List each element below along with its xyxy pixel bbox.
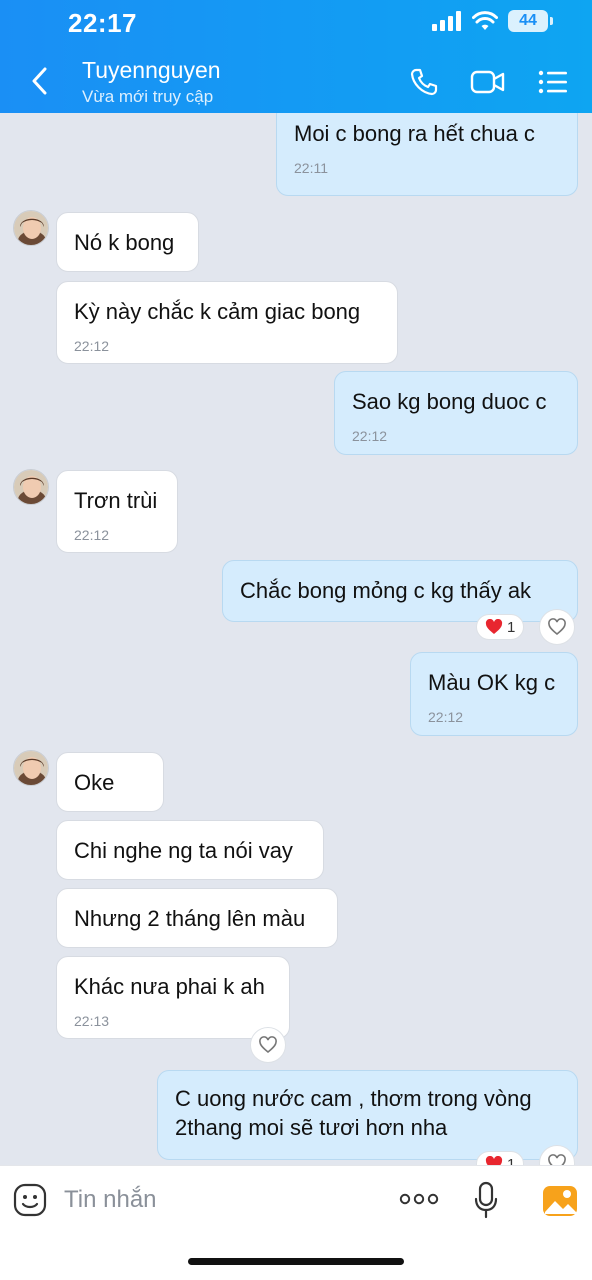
home-indicator: [188, 1258, 404, 1265]
signal-icon: [432, 11, 461, 31]
message-text: Màu OK kg c: [428, 670, 556, 695]
message-bubble-incoming[interactable]: Kỳ này chắc k cảm giac bong 22:12: [56, 281, 398, 364]
video-call-icon: [470, 70, 505, 94]
red-heart-icon: [485, 619, 503, 634]
phone-icon: [410, 68, 438, 96]
more-options-icon: [399, 1193, 439, 1205]
message-text: Chi nghe ng ta nói vay: [74, 838, 293, 863]
heart-outline-icon: [259, 1036, 277, 1054]
message-text: Trơn trùi: [74, 488, 158, 513]
status-icons: 44: [432, 10, 553, 32]
message-bubble-incoming[interactable]: Chi nghe ng ta nói vay: [56, 820, 324, 880]
message-bubble-incoming[interactable]: Trơn trùi 22:12: [56, 470, 178, 553]
message-text: Khác nưa phai k ah: [74, 974, 265, 999]
contact-status: Vừa mới truy cập: [82, 87, 214, 106]
red-heart-icon: [485, 1156, 503, 1165]
react-button[interactable]: [539, 609, 575, 645]
emoji-sticker-icon: [13, 1183, 47, 1217]
message-bubble-incoming[interactable]: Oke: [56, 752, 164, 812]
reaction-summary[interactable]: 1: [476, 1151, 525, 1166]
message-time: 22:12: [74, 527, 110, 543]
heart-outline-icon: [548, 618, 566, 636]
menu-list-icon: [538, 70, 567, 94]
microphone-icon: [474, 1181, 498, 1219]
avatar-photo: [14, 751, 48, 785]
heart-outline-icon: [548, 1154, 566, 1165]
reaction-summary[interactable]: 1: [476, 614, 525, 640]
video-call-button[interactable]: [470, 64, 506, 100]
avatar[interactable]: [13, 210, 49, 246]
avatar[interactable]: [13, 750, 49, 786]
message-text: C uong nước cam , thơm trong vòng: [175, 1086, 532, 1111]
message-text: Moi c bong ra hết chua c: [294, 121, 535, 146]
message-text: Chắc bong mỏng c kg thấy ak: [240, 578, 532, 603]
gallery-button[interactable]: [540, 1180, 580, 1220]
sticker-button[interactable]: [12, 1182, 48, 1218]
image-gallery-icon: [543, 1186, 577, 1216]
battery-indicator: 44: [508, 10, 553, 32]
react-button[interactable]: [250, 1027, 286, 1063]
message-bubble-outgoing[interactable]: Chắc bong mỏng c kg thấy ak: [222, 560, 578, 622]
message-time: 22:12: [74, 338, 110, 354]
message-input[interactable]: Tin nhắn: [64, 1186, 157, 1214]
message-text: Nó k bong: [74, 230, 175, 255]
avatar-photo: [14, 470, 48, 504]
message-time: 22:12: [352, 428, 388, 444]
message-text: Kỳ này chắc k cảm giac bong: [74, 299, 361, 324]
voice-record-button[interactable]: [470, 1180, 502, 1220]
message-bubble-incoming[interactable]: Nhưng 2 tháng lên màu: [56, 888, 338, 948]
more-options-button[interactable]: [398, 1186, 440, 1212]
reaction-count: 1: [507, 1155, 516, 1166]
message-text: Oke: [74, 770, 115, 795]
message-time: 22:11: [294, 160, 328, 176]
message-list[interactable]: Moi c bong ra hết chua c 22:11 Nó k bong…: [0, 113, 592, 1165]
message-text: 2thang moi sẽ tươi hơn nha: [175, 1115, 448, 1140]
message-bubble-outgoing[interactable]: Moi c bong ra hết chua c 22:11: [276, 113, 578, 196]
message-bubble-outgoing[interactable]: Sao kg bong duoc c 22:12: [334, 371, 578, 455]
call-button[interactable]: [406, 64, 442, 100]
contact-name[interactable]: Tuyennguyen: [82, 57, 221, 84]
message-bubble-outgoing[interactable]: C uong nước cam , thơm trong vòng 2thang…: [157, 1070, 578, 1160]
reaction-count: 1: [507, 618, 516, 636]
message-time: 22:13: [74, 1013, 110, 1029]
avatar[interactable]: [13, 469, 49, 505]
avatar-photo: [14, 211, 48, 245]
message-bubble-incoming[interactable]: Nó k bong: [56, 212, 199, 272]
message-bubble-outgoing[interactable]: Màu OK kg c 22:12: [410, 652, 578, 736]
status-time: 22:17: [68, 8, 137, 38]
wifi-icon: [472, 11, 498, 30]
back-icon: [32, 67, 47, 95]
back-button[interactable]: [24, 62, 54, 100]
chat-header: 22:17 44 Tuyennguyen Vừa mới truy cập: [0, 0, 592, 113]
message-text: Sao kg bong duoc c: [352, 389, 547, 414]
message-time: 22:12: [428, 709, 464, 725]
message-bubble-incoming[interactable]: Khác nưa phai k ah 22:13: [56, 956, 290, 1039]
message-text: Nhưng 2 tháng lên màu: [74, 906, 306, 931]
menu-button[interactable]: [535, 64, 571, 100]
